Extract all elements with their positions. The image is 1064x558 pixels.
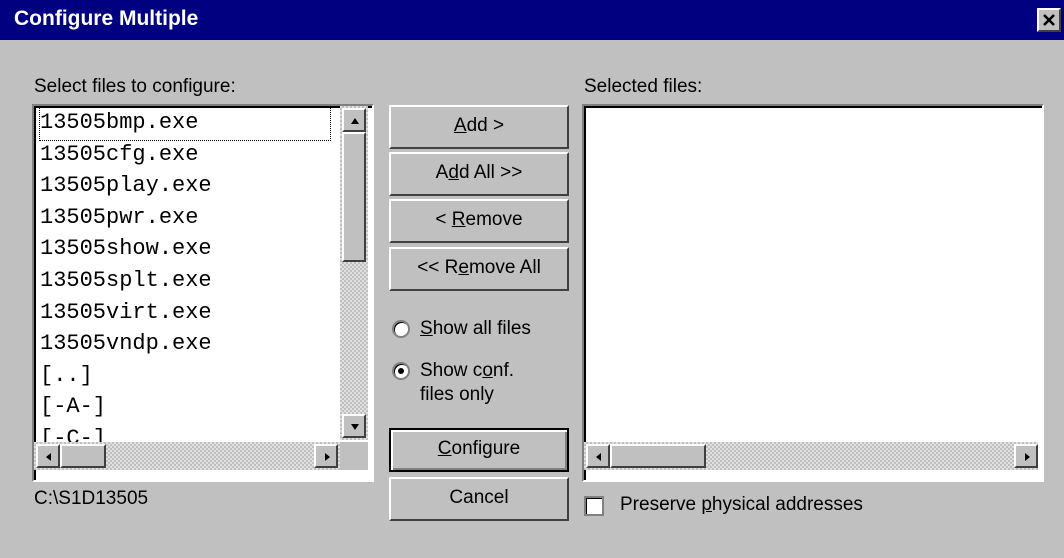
source-file-list[interactable]: 13505bmp.exe 13505cfg.exe 13505play.exe 135… <box>32 104 374 482</box>
configure-label-post: onfigure <box>451 438 521 459</box>
right-horizontal-scroll-thumb[interactable] <box>610 444 706 468</box>
remove-all-accel-key: e <box>458 257 469 278</box>
show-all-label: Show all files <box>420 318 531 339</box>
radio-selected-dot <box>398 368 404 374</box>
add-all-label-pre: A <box>435 162 449 183</box>
close-button[interactable] <box>1037 8 1061 32</box>
scroll-left-button[interactable] <box>36 444 60 468</box>
arrow-left-icon <box>46 453 51 461</box>
show-conf-radio[interactable] <box>392 362 410 380</box>
show-conf-files-option[interactable]: Show conf. files only <box>390 358 560 410</box>
file-list-item[interactable]: 13505cfg.exe <box>40 140 336 172</box>
vertical-scroll-thumb[interactable] <box>342 132 366 262</box>
file-list-item[interactable]: 13505pwr.exe <box>40 203 336 235</box>
file-list-item[interactable]: 13505splt.exe <box>40 266 336 298</box>
selected-file-list[interactable] <box>582 104 1044 482</box>
show-all-files-option[interactable]: Show all files <box>390 316 560 344</box>
file-list-item[interactable]: [..] <box>40 361 336 393</box>
scrollbar-corner <box>340 442 368 470</box>
show-all-radio[interactable] <box>392 320 410 338</box>
cancel-button[interactable]: Cancel <box>389 477 569 521</box>
show-conf-label-line2: files only <box>420 384 494 405</box>
configure-multiple-dialog: Configure Multiple Select files to confi… <box>0 0 1064 558</box>
arrow-left-icon <box>596 453 601 461</box>
arrow-down-icon <box>351 424 359 430</box>
file-list-item[interactable]: 13505play.exe <box>40 171 336 203</box>
arrow-right-icon <box>325 453 330 461</box>
select-files-label: Select files to configure: <box>34 76 236 97</box>
remove-label-pre: < <box>435 209 452 230</box>
window-title: Configure Multiple <box>14 7 199 30</box>
preserve-addresses-checkbox[interactable] <box>584 496 604 516</box>
selected-files-label: Selected files: <box>584 76 703 97</box>
file-list-item[interactable]: [-A-] <box>40 392 336 424</box>
scroll-down-button[interactable] <box>342 414 366 438</box>
arrow-right-icon <box>1025 453 1030 461</box>
title-bar: Configure Multiple <box>0 0 1064 40</box>
add-all-button[interactable]: Add All >> <box>389 152 569 196</box>
file-list-item[interactable]: 13505show.exe <box>40 234 336 266</box>
show-conf-label-line1: Show conf. <box>420 360 515 381</box>
add-button[interactable]: Add > <box>389 105 569 149</box>
remove-all-label-pre: << R <box>417 257 459 278</box>
right-scroll-left-button[interactable] <box>586 444 610 468</box>
add-label-post: dd > <box>466 115 505 136</box>
add-all-label-post: d All >> <box>458 162 523 183</box>
file-list-item[interactable]: 13505vndp.exe <box>40 329 336 361</box>
remove-label-post: emove <box>465 209 523 230</box>
close-icon <box>1043 14 1055 26</box>
configure-accel-key: C <box>437 438 452 459</box>
scroll-right-button[interactable] <box>314 444 338 468</box>
add-accel-key: A <box>453 115 467 136</box>
add-all-accel-key: d <box>448 162 459 183</box>
file-list-item[interactable]: 13505bmp.exe <box>39 107 331 141</box>
horizontal-scroll-thumb[interactable] <box>60 444 106 468</box>
preserve-addresses-label: Preserve physical addresses <box>620 494 863 515</box>
scroll-up-button[interactable] <box>342 108 366 132</box>
remove-accel-key: R <box>451 209 466 230</box>
right-scroll-right-button[interactable] <box>1014 444 1038 468</box>
configure-button[interactable]: Configure <box>389 428 569 472</box>
file-list-item[interactable]: 13505virt.exe <box>40 298 336 330</box>
remove-all-label-post: move All <box>468 257 541 278</box>
remove-button[interactable]: < Remove <box>389 199 569 243</box>
preserve-addresses-option[interactable]: Preserve physical addresses <box>584 494 914 522</box>
arrow-up-icon <box>351 118 359 124</box>
current-path: C:\S1D13505 <box>34 488 149 509</box>
remove-all-button[interactable]: << Remove All <box>389 247 569 291</box>
